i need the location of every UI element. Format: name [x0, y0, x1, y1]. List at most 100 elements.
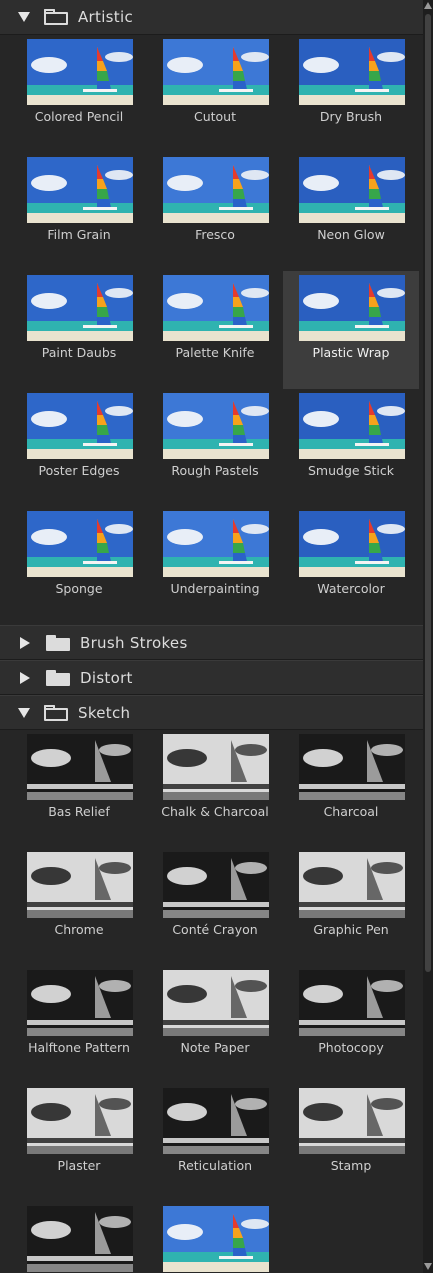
- filter-tile-halftone-pattern[interactable]: Halftone Pattern: [11, 966, 147, 1084]
- folder-artistic[interactable]: Artistic: [0, 0, 423, 35]
- filter-tile-cutout[interactable]: Cutout: [147, 35, 283, 153]
- filter-label: Underpainting: [170, 581, 260, 596]
- filter-thumbnail[interactable]: [163, 852, 269, 918]
- folder-sketch[interactable]: Sketch: [0, 695, 423, 730]
- filter-thumbnail[interactable]: [27, 275, 133, 341]
- filter-thumbnail[interactable]: [299, 1088, 405, 1154]
- folder-brush-strokes[interactable]: Brush Strokes: [0, 625, 423, 660]
- filter-tile-rough-pastels[interactable]: Rough Pastels: [147, 389, 283, 507]
- filter-label: Reticulation: [177, 1158, 253, 1173]
- filter-thumbnail[interactable]: [27, 970, 133, 1036]
- filter-tile-charcoal[interactable]: Charcoal: [283, 730, 419, 848]
- filter-tile-dry-brush[interactable]: Dry Brush: [283, 35, 419, 153]
- filter-tile-neon-glow[interactable]: Neon Glow: [283, 153, 419, 271]
- filter-thumbnail[interactable]: [299, 275, 405, 341]
- filter-thumbnail[interactable]: [27, 852, 133, 918]
- filter-thumbnail[interactable]: [163, 157, 269, 223]
- scrollbar-thumb[interactable]: [425, 14, 431, 972]
- filter-label: Chrome: [54, 922, 104, 937]
- folder-label: Sketch: [78, 703, 131, 722]
- filter-tile-sponge[interactable]: Sponge: [11, 507, 147, 625]
- filter-tile-unlabeled-13[interactable]: [147, 1202, 283, 1273]
- filter-thumbnail[interactable]: [27, 393, 133, 459]
- filter-label: Colored Pencil: [34, 109, 124, 124]
- filter-tile-underpainting[interactable]: Underpainting: [147, 507, 283, 625]
- filter-label: Plaster: [57, 1158, 101, 1173]
- filter-label: Stamp: [330, 1158, 372, 1173]
- filter-label: Halftone Pattern: [28, 1040, 130, 1055]
- triangle-right-icon[interactable]: [20, 636, 30, 649]
- filter-tile-plaster[interactable]: Plaster: [11, 1084, 147, 1202]
- folder-icon: [46, 634, 70, 651]
- filter-label: Chalk & Charcoal: [161, 804, 269, 819]
- filter-tile-chrome[interactable]: Chrome: [11, 848, 147, 966]
- vertical-scrollbar[interactable]: [423, 0, 433, 1273]
- filter-tile-plastic-wrap[interactable]: Plastic Wrap: [283, 271, 419, 389]
- filter-label: Cutout: [193, 109, 237, 124]
- filter-thumbnail[interactable]: [163, 39, 269, 105]
- filter-thumbnail[interactable]: [163, 393, 269, 459]
- filter-tile-note-paper[interactable]: Note Paper: [147, 966, 283, 1084]
- filter-thumbnail[interactable]: [27, 39, 133, 105]
- filter-thumbnail[interactable]: [163, 511, 269, 577]
- filter-tile-unlabeled-12[interactable]: [11, 1202, 147, 1273]
- filter-tile-watercolor[interactable]: Watercolor: [283, 507, 419, 625]
- folder-open-icon: [44, 704, 68, 721]
- triangle-down-icon[interactable]: [18, 707, 30, 718]
- filter-tile-smudge-stick[interactable]: Smudge Stick: [283, 389, 419, 507]
- filter-tile-poster-edges[interactable]: Poster Edges: [11, 389, 147, 507]
- filter-thumbnail[interactable]: [163, 970, 269, 1036]
- filter-label: Poster Edges: [38, 463, 120, 478]
- filter-label: Sponge: [55, 581, 103, 596]
- filter-thumbnail[interactable]: [299, 157, 405, 223]
- filter-label: Dry Brush: [319, 109, 383, 124]
- filter-tile-stamp[interactable]: Stamp: [283, 1084, 419, 1202]
- filter-label: Smudge Stick: [308, 463, 394, 478]
- triangle-down-icon[interactable]: [18, 12, 30, 22]
- artistic-filter-grid: Colored Pencil Cutout Dry Brush Film Gra…: [0, 35, 423, 625]
- scroll-up-arrow-icon[interactable]: [424, 2, 432, 9]
- filter-gallery-panel: Artistic Colored Pencil Cutout Dry Brush…: [0, 0, 423, 1273]
- filter-label: Graphic Pen: [313, 922, 389, 937]
- triangle-right-icon[interactable]: [20, 671, 30, 684]
- filter-tile-palette-knife[interactable]: Palette Knife: [147, 271, 283, 389]
- filter-thumbnail[interactable]: [299, 852, 405, 918]
- filter-thumbnail[interactable]: [163, 734, 269, 800]
- filter-tile-graphic-pen[interactable]: Graphic Pen: [283, 848, 419, 966]
- filter-thumbnail[interactable]: [299, 734, 405, 800]
- filter-label: Bas Relief: [48, 804, 110, 819]
- sketch-filter-grid: Bas Relief Chalk & Charcoal Charcoal Chr…: [0, 730, 423, 1273]
- folder-label: Brush Strokes: [80, 633, 188, 652]
- filter-thumbnail[interactable]: [27, 1206, 133, 1272]
- filter-label: Conté Crayon: [172, 922, 258, 937]
- filter-thumbnail[interactable]: [299, 393, 405, 459]
- filter-tile-reticulation[interactable]: Reticulation: [147, 1084, 283, 1202]
- filter-tile-colored-pencil[interactable]: Colored Pencil: [11, 35, 147, 153]
- folder-label: Artistic: [78, 8, 133, 26]
- filter-label: Charcoal: [323, 804, 379, 819]
- filter-thumbnail[interactable]: [299, 511, 405, 577]
- folder-distort[interactable]: Distort: [0, 660, 423, 695]
- scroll-down-arrow-icon[interactable]: [424, 1263, 432, 1270]
- filter-tile-photocopy[interactable]: Photocopy: [283, 966, 419, 1084]
- filter-thumbnail[interactable]: [27, 511, 133, 577]
- filter-thumbnail[interactable]: [299, 970, 405, 1036]
- filter-label: Photocopy: [318, 1040, 384, 1055]
- filter-thumbnail[interactable]: [163, 1206, 269, 1272]
- filter-thumbnail[interactable]: [299, 39, 405, 105]
- filter-thumbnail[interactable]: [27, 734, 133, 800]
- filter-thumbnail[interactable]: [27, 157, 133, 223]
- filter-tile-cont-crayon[interactable]: Conté Crayon: [147, 848, 283, 966]
- filter-label: Rough Pastels: [171, 463, 259, 478]
- filter-tile-bas-relief[interactable]: Bas Relief: [11, 730, 147, 848]
- filter-thumbnail[interactable]: [27, 1088, 133, 1154]
- filter-tile-film-grain[interactable]: Film Grain: [11, 153, 147, 271]
- filter-tile-fresco[interactable]: Fresco: [147, 153, 283, 271]
- filter-thumbnail[interactable]: [163, 275, 269, 341]
- filter-thumbnail[interactable]: [163, 1088, 269, 1154]
- filter-tile-paint-daubs[interactable]: Paint Daubs: [11, 271, 147, 389]
- filter-label: Paint Daubs: [41, 345, 117, 360]
- filter-label: Fresco: [195, 227, 235, 242]
- folder-label: Distort: [80, 668, 133, 687]
- filter-tile-chalk-charcoal[interactable]: Chalk & Charcoal: [147, 730, 283, 848]
